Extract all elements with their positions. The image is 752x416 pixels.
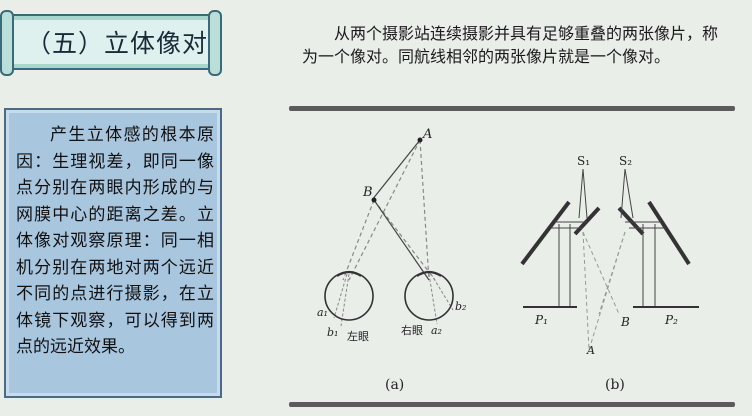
ray-left-eye-a <box>333 273 348 319</box>
figure-a: A B a₁ b₁ 左眼 右眼 a₂ b₂ (a) <box>317 127 466 393</box>
ray-S1-b <box>582 168 588 219</box>
ray-S2-b <box>624 168 634 219</box>
ray-S1-a <box>578 168 584 219</box>
title-banner: （五）立体像对 <box>0 10 222 76</box>
label-left-eye: 左眼 <box>347 330 369 343</box>
ray-right-eye-a <box>428 273 438 325</box>
caption-b: (b) <box>605 377 625 393</box>
right-inner-mirror <box>617 206 645 236</box>
label-B-b: B <box>620 315 630 329</box>
intro-paragraph: 从两个摄影站连续摄影并具有足够重叠的两张像片，称为一个像对。同航线相邻的两张像片… <box>302 24 719 66</box>
label-P2: P₂ <box>664 313 678 327</box>
label-S2: S₂ <box>619 154 632 168</box>
label-b1: b₁ <box>327 326 338 339</box>
explanation-panel: 产生立体感的根本原因：生理视差，即同一像点分别在两眼内形成的与网膜中心的距离之差… <box>4 108 222 398</box>
proj-1 <box>582 231 590 351</box>
figure-bottom-rule <box>289 402 735 407</box>
label-a1: a₁ <box>317 306 328 319</box>
point-A <box>417 137 423 143</box>
stereo-diagram: A B a₁ b₁ 左眼 右眼 a₂ b₂ (a) S₁ S₂ P₁ P₂ B … <box>317 127 699 393</box>
label-B: B <box>362 185 373 200</box>
ray-A-left <box>348 139 421 281</box>
label-b2: b₂ <box>455 300 466 313</box>
figure-top-rule <box>289 106 735 111</box>
explanation-text: 产生立体感的根本原因：生理视差，即同一像点分别在两眼内形成的与网膜中心的距离之差… <box>16 125 214 357</box>
label-P1: P₁ <box>534 313 548 327</box>
stereo-figure: A B a₁ b₁ 左眼 右眼 a₂ b₂ (a) S₁ S₂ P₁ P₂ B … <box>289 114 735 400</box>
label-A-b: A <box>586 344 595 357</box>
label-S1: S₁ <box>577 154 590 168</box>
line-B-right <box>373 199 430 281</box>
proj-4 <box>598 231 626 315</box>
banner-title: （五）立体像对 <box>26 29 209 58</box>
caption-a: (a) <box>385 377 404 393</box>
label-a2: a₂ <box>431 324 442 337</box>
label-right-eye: 右眼 <box>401 323 423 337</box>
proj-3 <box>582 231 620 315</box>
figure-b: S₁ S₂ P₁ P₂ B A (b) <box>520 154 699 393</box>
ray-A-right <box>419 139 430 281</box>
left-outer-mirror <box>520 200 571 266</box>
line-A-B <box>371 139 421 201</box>
proj-2 <box>588 231 626 351</box>
label-A: A <box>422 127 432 142</box>
